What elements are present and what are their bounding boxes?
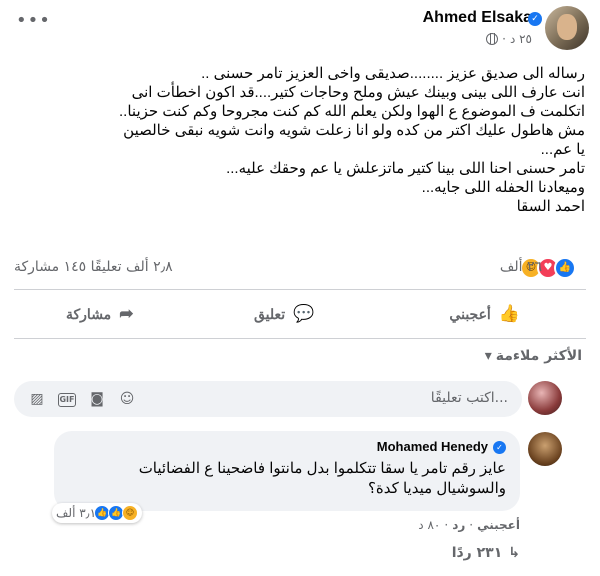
post-time[interactable]: ٢٥ د — [510, 32, 532, 46]
comment-line: والسوشيال ميديا كدة؟ — [367, 480, 506, 497]
post-line: يا عم... — [540, 141, 585, 158]
verified-badge-icon: ✓ — [493, 441, 506, 454]
like-label: أعجبني — [449, 305, 491, 322]
like-button[interactable]: أعجبني 👍 — [449, 300, 520, 328]
comment-composer[interactable]: اكتب تعليقًا... ▨ GIF ◙ ☺ — [14, 381, 522, 417]
comment-time[interactable]: ٨٠ د — [418, 518, 440, 532]
post-stats[interactable]: ٢٫٨ ألف تعليقًا ١٤٥ مشاركة — [14, 259, 173, 275]
comment-bubble-icon: 💬 — [293, 304, 315, 323]
view-replies-button[interactable]: ↳ ٢٣١ ردًا — [452, 545, 520, 561]
thumbs-up-icon: 👍 — [498, 304, 520, 323]
comment-text: عايز رقم تامر يا سقا تتكلموا بدل مانتوا … — [66, 459, 506, 499]
camera-icon[interactable]: ◙ — [88, 390, 106, 408]
gif-icon[interactable]: GIF — [58, 393, 76, 407]
reply-arrow-icon: ↳ — [508, 545, 520, 561]
sort-label: الأكثر ملاءمة — [495, 348, 582, 364]
comment-line: عايز رقم تامر يا سقا تتكلموا بدل مانتوا … — [138, 460, 506, 477]
post-line: احمد السقا — [516, 198, 585, 215]
separator-dot: · — [444, 518, 449, 532]
avatar-face — [557, 14, 577, 40]
post-line: انت عارف اللى بينى وبينك عيش وملح وحاجات… — [131, 84, 585, 101]
post-line: مش هاطول عليك اكتر من كده ولو انا زعلت ش… — [123, 122, 585, 139]
separator-dot: · — [469, 518, 474, 532]
separator-dot: · — [502, 32, 506, 46]
comment-reactions[interactable]: ٣٫١ ألف 👍 👍 ☺ — [52, 503, 143, 523]
post-line: رساله الى صديق عزيز ........صديقى واخى ا… — [201, 65, 585, 82]
more-options-icon[interactable]: ••• — [16, 10, 51, 31]
post-line: تامر حسنى احنا اللى بينا كتير ماتزعلش يا… — [226, 160, 585, 177]
reaction-count[interactable]: ٢٦ ألف — [500, 259, 542, 275]
comment-label: تعليق — [254, 305, 286, 322]
composer-tools: ▨ GIF ◙ ☺ — [28, 390, 136, 408]
like-reaction-icon: 👍 — [554, 257, 576, 279]
post-line: اتكلمت ف الموضوع ع الهوا ولكن يعلم الله … — [119, 103, 585, 120]
emoji-icon[interactable]: ☺ — [118, 390, 136, 408]
chevron-down-icon: ▾ — [484, 348, 492, 364]
share-button[interactable]: مشاركة ➦ — [66, 300, 133, 328]
post-line: وميعادنا الحفله اللى جايه... — [421, 179, 585, 196]
sticker-icon[interactable]: ▨ — [28, 390, 46, 408]
comment-reply-button[interactable]: رد — [452, 518, 465, 532]
haha-reaction-icon: ☺ — [122, 505, 139, 521]
comment-actions: أعجبني · رد · ٨٠ د — [418, 518, 520, 532]
share-arrow-icon: ➦ — [119, 304, 134, 323]
comment-author-name[interactable]: Mohamed Henedy — [377, 439, 488, 454]
divider — [14, 289, 586, 290]
post-text: رساله الى صديق عزيز ........صديقى واخى ا… — [15, 64, 585, 216]
comment-like-button[interactable]: أعجبني — [477, 518, 520, 532]
comment-input-placeholder[interactable]: اكتب تعليقًا... — [431, 390, 508, 406]
globe-icon — [486, 33, 499, 45]
post-author-name[interactable]: Ahmed Elsaka — [423, 9, 532, 27]
comment-button[interactable]: تعليق 💬 — [254, 300, 314, 328]
comment-reaction-count: ٣٫١ ألف — [56, 506, 97, 520]
reaction-summary: ☺ ♥ 👍 ٢٦ ألف ٢٫٨ ألف تعليقًا ١٤٥ مشاركة — [14, 255, 586, 279]
commenter-avatar[interactable] — [528, 432, 562, 466]
post-meta: · ٢٥ د — [486, 32, 532, 46]
share-label: مشاركة — [66, 305, 112, 322]
comment-sort-dropdown[interactable]: الأكثر ملاءمة ▾ — [485, 348, 582, 364]
verified-badge-icon: ✓ — [528, 12, 542, 26]
current-user-avatar[interactable] — [528, 381, 562, 415]
divider — [14, 338, 586, 339]
replies-label: ٢٣١ ردًا — [451, 545, 503, 561]
author-avatar[interactable] — [545, 6, 589, 50]
comment-bubble: Mohamed Henedy ✓ عايز رقم تامر يا سقا تت… — [54, 431, 520, 511]
